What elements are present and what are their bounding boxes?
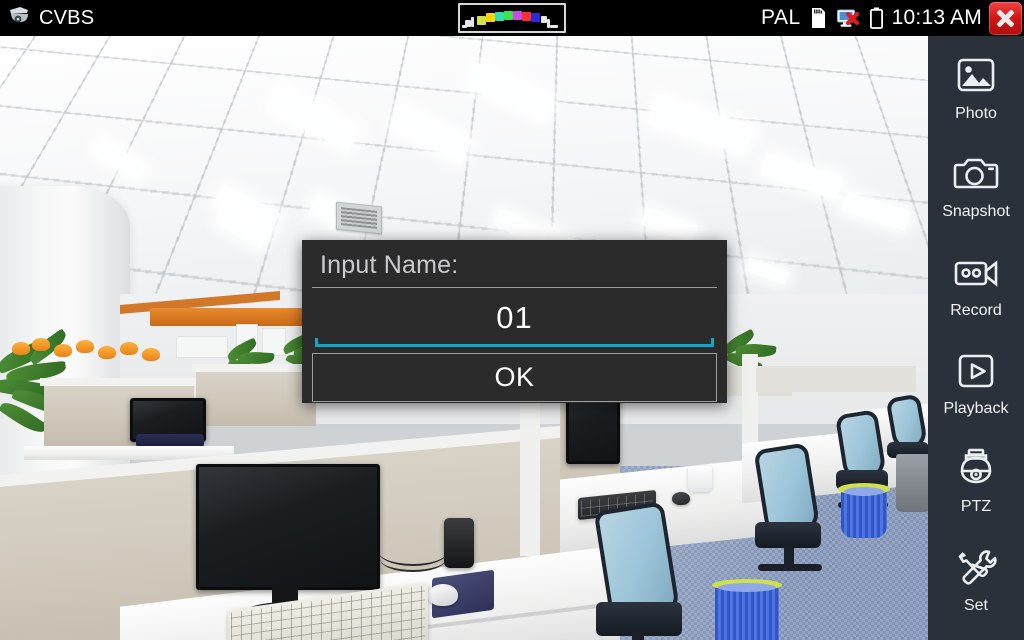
cubicle-partition xyxy=(756,366,916,392)
cable xyxy=(380,546,446,572)
network-disconnected-icon xyxy=(836,9,859,28)
sidebar-item-label: Photo xyxy=(955,105,997,122)
partition-cap xyxy=(40,378,198,386)
name-field-wrapper[interactable] xyxy=(312,297,717,349)
waste-basket xyxy=(712,579,782,640)
app-identity: CVBS xyxy=(6,0,94,36)
cubicle-partition xyxy=(196,370,316,426)
tools-icon xyxy=(950,542,1002,594)
app-title: CVBS xyxy=(39,7,95,29)
waste-basket xyxy=(838,483,890,538)
wall-orange-panel xyxy=(150,308,305,326)
close-icon[interactable] xyxy=(989,1,1022,35)
sidebar-item-set[interactable]: Set xyxy=(928,542,1024,640)
dome-camera-icon xyxy=(6,5,32,31)
trash-can xyxy=(896,454,928,512)
sidebar-item-photo[interactable]: Photo xyxy=(928,50,1024,148)
sidebar-item-label: Playback xyxy=(943,399,1009,417)
sidebar-item-record[interactable]: Record xyxy=(928,247,1024,345)
ceiling-vent xyxy=(336,201,382,235)
mouse xyxy=(672,492,690,505)
battery-icon xyxy=(869,7,883,29)
sidebar-item-label: Record xyxy=(950,301,1002,319)
video-camera-icon xyxy=(950,247,1002,299)
camera-icon xyxy=(950,148,1002,200)
mouse xyxy=(428,584,458,606)
play-icon xyxy=(950,345,1002,397)
dome-camera-icon xyxy=(950,443,1002,495)
sidebar-item-label: Snapshot xyxy=(942,203,1010,221)
video-standard-label: PAL xyxy=(761,6,801,29)
color-bar-logo xyxy=(458,3,566,33)
clock-label: 10:13 AM xyxy=(891,6,982,29)
partition-cap xyxy=(192,364,320,372)
dialog-title: Input Name: xyxy=(312,240,717,288)
function-sidebar: Photo Snapshot Record Playback PTZ Set xyxy=(928,36,1024,640)
monitor xyxy=(196,464,380,590)
cup xyxy=(688,466,712,492)
sidebar-item-label: PTZ xyxy=(960,498,992,516)
sidebar-item-label: Set xyxy=(963,596,988,614)
sidebar-item-snapshot[interactable]: Snapshot xyxy=(928,148,1024,246)
sd-card-icon xyxy=(811,7,826,29)
sidebar-item-ptz[interactable]: PTZ xyxy=(928,443,1024,541)
status-bar: CVBS PAL 10:13 AM xyxy=(0,0,1024,36)
status-indicators: PAL 10:13 AM xyxy=(761,0,1024,36)
sidebar-item-playback[interactable]: Playback xyxy=(928,345,1024,443)
photo-icon xyxy=(950,50,1002,102)
flower-row xyxy=(10,336,185,376)
device-screen: Photo Snapshot Record Playback PTZ Set I… xyxy=(0,0,1024,640)
speaker xyxy=(444,518,474,568)
input-name-dialog: Input Name: OK xyxy=(302,240,727,403)
input-underline xyxy=(315,338,714,347)
ok-button[interactable]: OK xyxy=(312,353,717,402)
name-input[interactable] xyxy=(312,297,717,339)
color-bar-test-pattern-logo xyxy=(460,5,564,31)
